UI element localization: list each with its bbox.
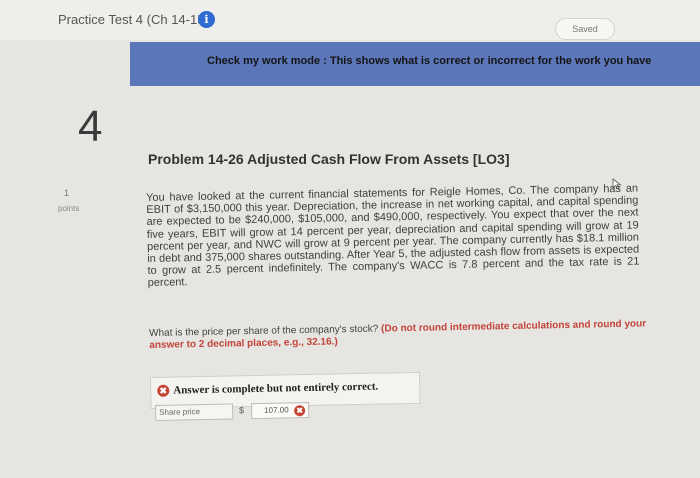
points-value: 1 xyxy=(64,188,70,198)
answer-status-text: Answer is complete but not entirely corr… xyxy=(173,380,379,397)
info-icon[interactable]: i xyxy=(198,11,215,28)
test-title: Practice Test 4 (Ch 14-15) xyxy=(58,12,209,27)
problem-body: You have looked at the current financial… xyxy=(146,182,640,290)
saved-status-badge: Saved xyxy=(555,18,615,40)
check-my-work-text: Check my work mode : This shows what is … xyxy=(207,55,652,67)
answer-row: Share price $ 107.00 ✖ xyxy=(155,402,310,421)
question-number: 4 xyxy=(78,102,103,151)
share-price-label: Share price xyxy=(155,403,234,421)
question-text: What is the price per share of the compa… xyxy=(149,323,379,339)
problem-title: Problem 14-26 Adjusted Cash Flow From As… xyxy=(148,151,510,167)
incorrect-x-icon: ✖ xyxy=(157,384,170,397)
points-label: points xyxy=(58,204,80,213)
share-price-input[interactable]: 107.00 ✖ xyxy=(250,402,310,420)
incorrect-x-icon: ✖ xyxy=(294,405,306,417)
share-price-value: 107.00 xyxy=(264,405,289,415)
currency-symbol: $ xyxy=(239,405,245,416)
question-prompt: What is the price per share of the compa… xyxy=(149,318,649,352)
